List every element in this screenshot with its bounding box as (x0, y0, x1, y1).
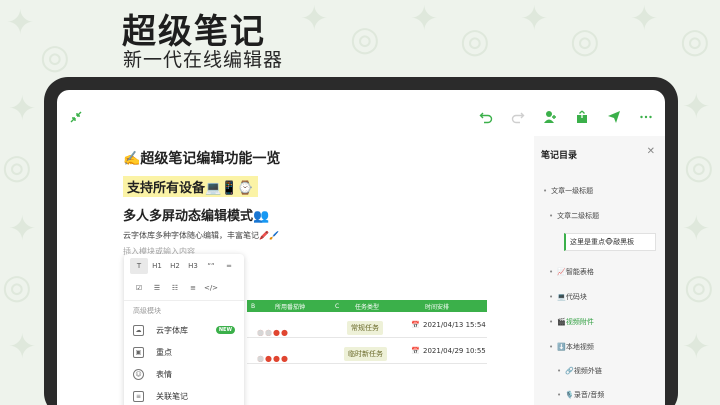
task-type-tag[interactable]: 常规任务 (347, 321, 383, 335)
calendar-icon: 📅 (411, 347, 420, 355)
table-row[interactable]: ●●●● ● 临时新任务 📅 2021/04/29 10:55 (247, 340, 487, 364)
table-row[interactable]: ●●●● ●● 常规任务 📅 2021/04/13 15:54 (247, 314, 487, 338)
menu-item-label: 关联笔记 (156, 391, 188, 401)
collapse-arrows-icon[interactable] (67, 108, 85, 126)
menu-item-emoji[interactable]: ☺ 表情 (133, 364, 241, 384)
link-note-icon: ≡ (133, 390, 144, 402)
doc-heading-1[interactable]: ✍️超级笔记编辑功能一览 (123, 148, 523, 172)
menu-item-cloud-fonts[interactable]: ☁ 云字体库 NEW (133, 320, 241, 340)
toc-title: 笔记目录 (541, 151, 578, 161)
task-date[interactable]: 2021/04/13 15:54 (423, 321, 486, 329)
toc-panel: 笔记目录 ✕ • 文章一级标题 • 文章二级标题 这里是重点🐵敲黑板 • 📈智能表格 … (534, 136, 665, 405)
toc-item[interactable]: • 💻代码块 (549, 292, 587, 302)
undo-icon[interactable] (477, 108, 495, 126)
quote-button[interactable]: ““ (202, 258, 220, 274)
toc-item[interactable]: • 🔗视频外链 (557, 366, 602, 376)
share-icon[interactable] (573, 108, 591, 126)
code-button[interactable]: </> (202, 280, 220, 296)
hero-subtitle: 新一代在线编辑器 (123, 49, 284, 71)
block-insert-menu: T H1 H2 H3 ““ ═ ☑ ☰ ☷ ≡ </> 高级模块 ☁ 云字体库 … (124, 254, 244, 405)
toc-item[interactable]: • 📈智能表格 (549, 267, 594, 277)
menu-item-label: 表情 (156, 369, 172, 379)
text-format-button[interactable]: T (130, 258, 148, 274)
doc-heading-2[interactable]: 支持所有设备💻📱⌚ (123, 176, 258, 197)
indent-button[interactable]: ≡ (184, 280, 202, 296)
column-header[interactable]: B (251, 303, 255, 310)
table-header: B 所用番茄钟 C 任务类型 时间安排 (247, 300, 487, 312)
toc-item[interactable]: • 文章一级标题 (543, 186, 593, 196)
doc-font-note[interactable]: 云字体库多种字体随心编辑，丰富笔记🖍️🖌️ (123, 230, 523, 241)
format-row-2: ☑ ☰ ☷ ≡ </> (130, 280, 220, 296)
h2-button[interactable]: H2 (166, 258, 184, 274)
column-header[interactable]: 所用番茄钟 (275, 302, 305, 311)
task-date[interactable]: 2021/04/29 10:55 (423, 347, 486, 355)
calendar-icon: 📅 (411, 321, 420, 329)
redo-icon[interactable] (509, 108, 527, 126)
menu-divider (124, 300, 244, 301)
toc-item[interactable]: • 文章二级标题 (549, 211, 599, 221)
toc-item[interactable]: • 🎙️录音/音频 (557, 390, 604, 400)
menu-item-linked-note[interactable]: ≡ 关联笔记 (133, 386, 241, 405)
highlight-icon: ▣ (133, 346, 144, 358)
menu-section-label: 高级模块 (133, 307, 161, 315)
cloud-icon: ☁ (133, 324, 144, 336)
column-header[interactable]: 任务类型 (355, 302, 379, 311)
h3-button[interactable]: H3 (184, 258, 202, 274)
tomato-empty-icon: ●● (257, 328, 273, 337)
toc-item-active[interactable]: • 🎬视频附件 (549, 317, 594, 327)
new-badge: NEW (215, 326, 235, 334)
close-icon[interactable]: ✕ (647, 146, 655, 157)
column-header[interactable]: C (335, 303, 339, 310)
task-type-tag[interactable]: 临时新任务 (344, 347, 387, 361)
h1-button[interactable]: H1 (148, 258, 166, 274)
bullet-list-button[interactable]: ☷ (166, 280, 184, 296)
document-body[interactable]: ✍️超级笔记编辑功能一览 支持所有设备💻📱⌚ 多人多屏动态编辑模式👥 云字体库多… (123, 148, 523, 257)
editor-screen: ✍️超级笔记编辑功能一览 支持所有设备💻📱⌚ 多人多屏动态编辑模式👥 云字体库多… (57, 90, 665, 405)
divider-button[interactable]: ═ (220, 258, 238, 274)
column-header[interactable]: 时间安排 (425, 302, 449, 311)
toc-item[interactable]: • ⬇️本地视频 (549, 342, 594, 352)
menu-item-highlight[interactable]: ▣ 重点 (133, 342, 241, 362)
ordered-list-button[interactable]: ☰ (148, 280, 166, 296)
emoji-icon: ☺ (133, 368, 144, 380)
send-icon[interactable] (605, 108, 623, 126)
toc-item-highlight[interactable]: 这里是重点🐵敲黑板 (564, 233, 656, 251)
format-row-1: T H1 H2 H3 ““ ═ (130, 258, 238, 274)
checkbox-list-button[interactable]: ☑ (130, 280, 148, 296)
doc-heading-3[interactable]: 多人多屏动态编辑模式👥 (123, 205, 523, 224)
tomato-empty-icon: ● (257, 354, 265, 363)
add-member-icon[interactable] (541, 108, 559, 126)
menu-item-label: 云字体库 (156, 325, 188, 335)
more-icon[interactable] (637, 108, 655, 126)
menu-item-label: 重点 (156, 347, 172, 357)
